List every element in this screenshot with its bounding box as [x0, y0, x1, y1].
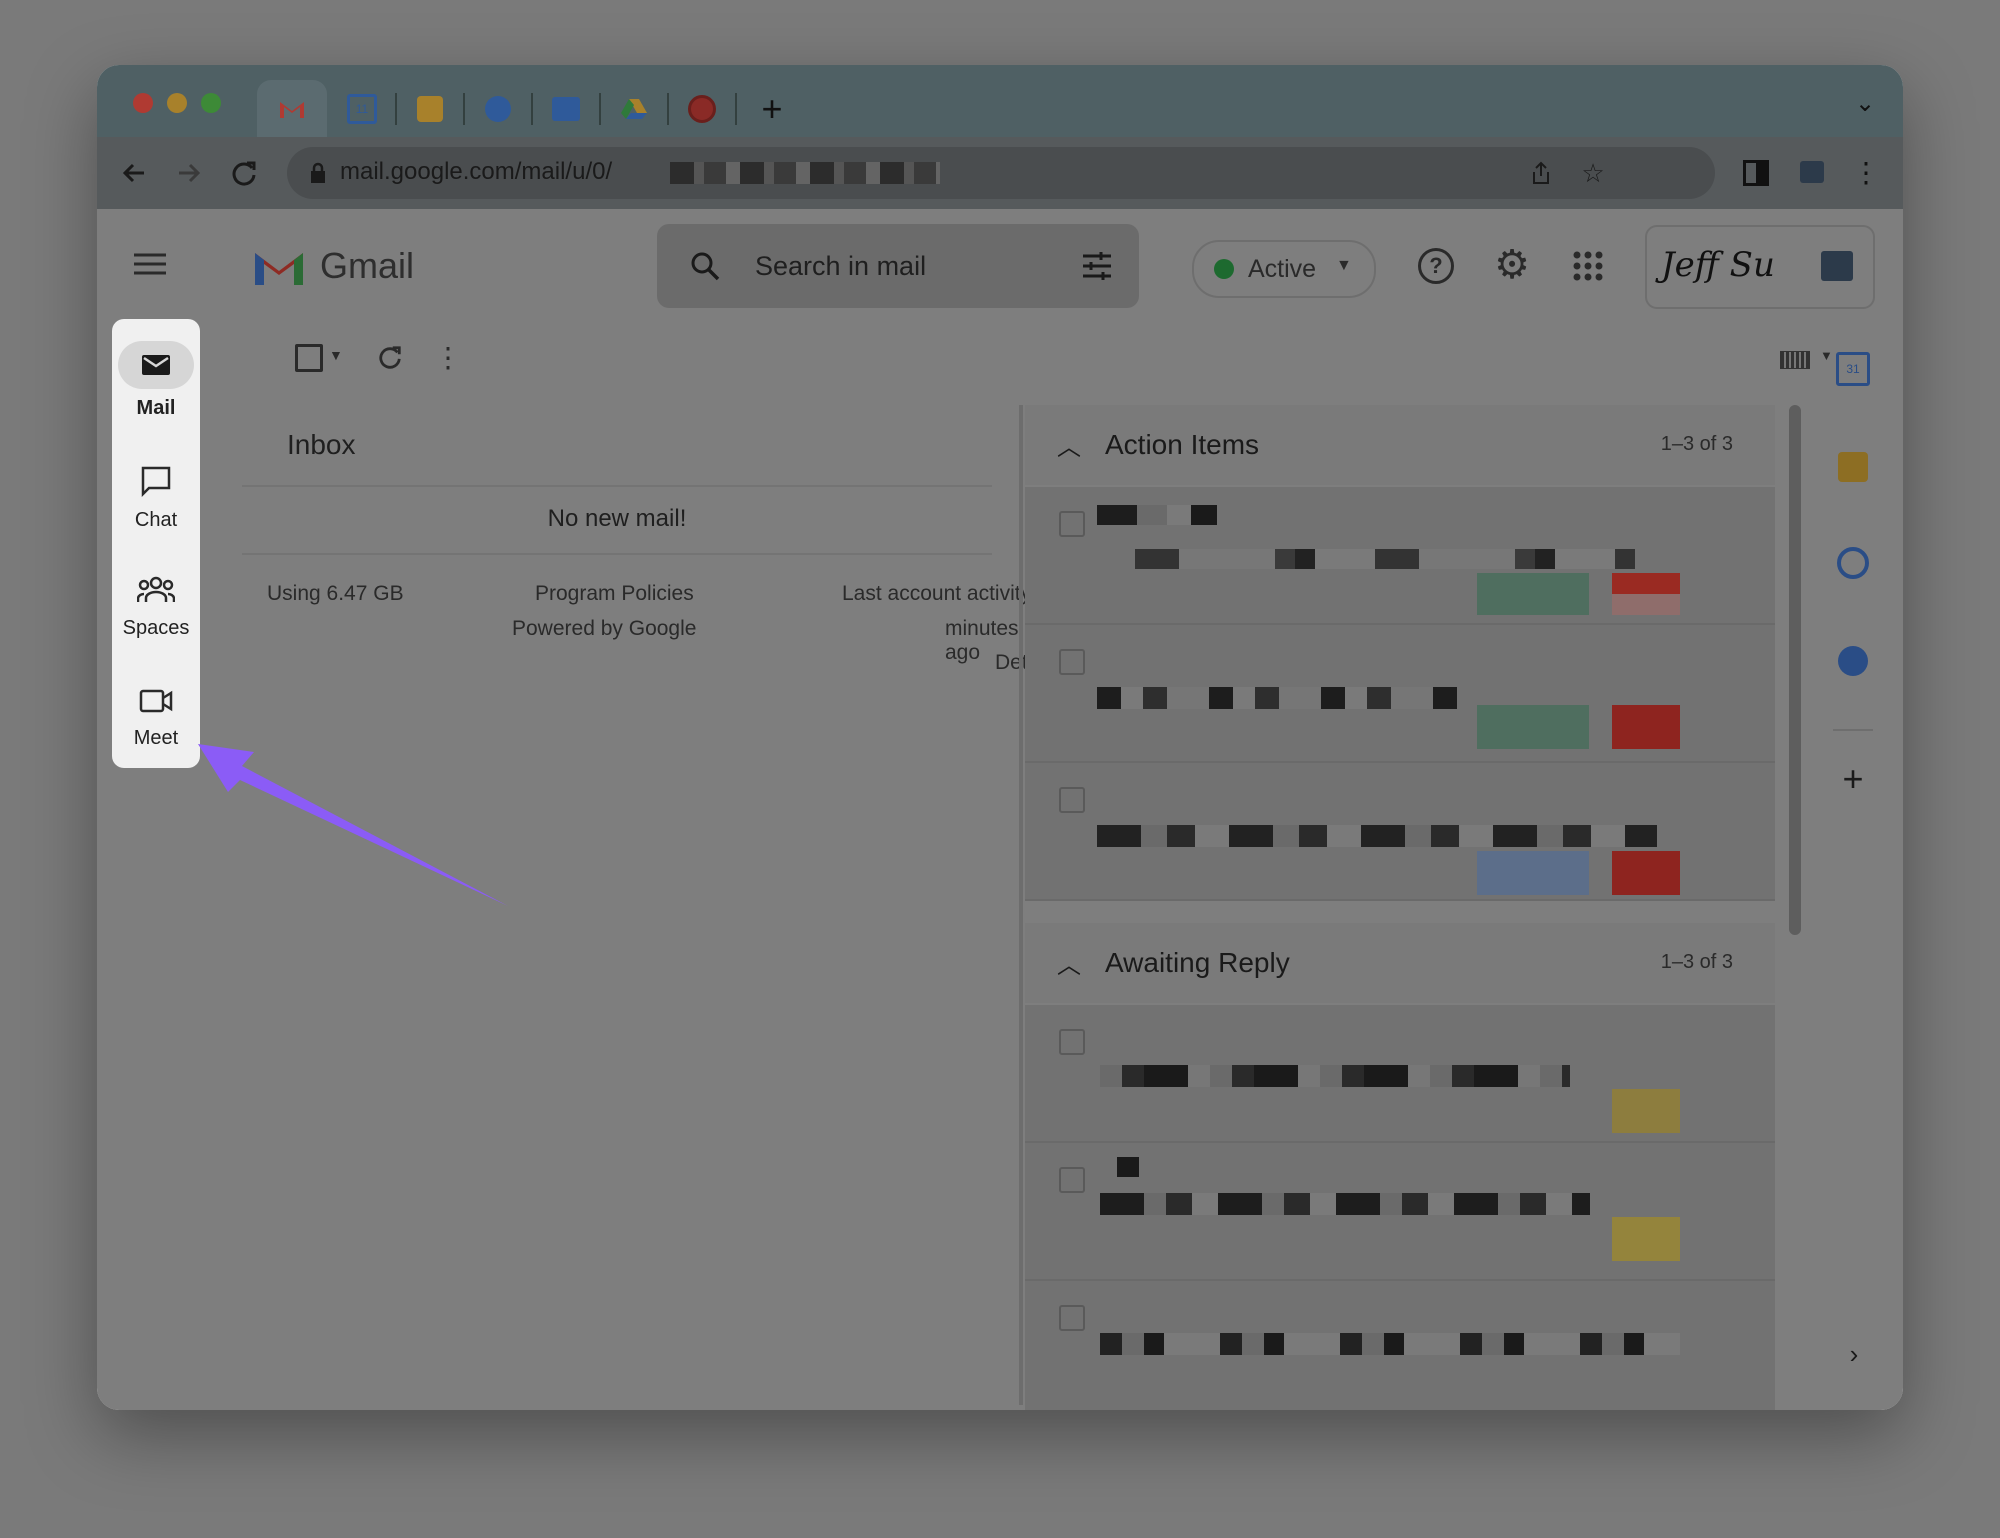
annotation-arrow: [198, 744, 508, 906]
